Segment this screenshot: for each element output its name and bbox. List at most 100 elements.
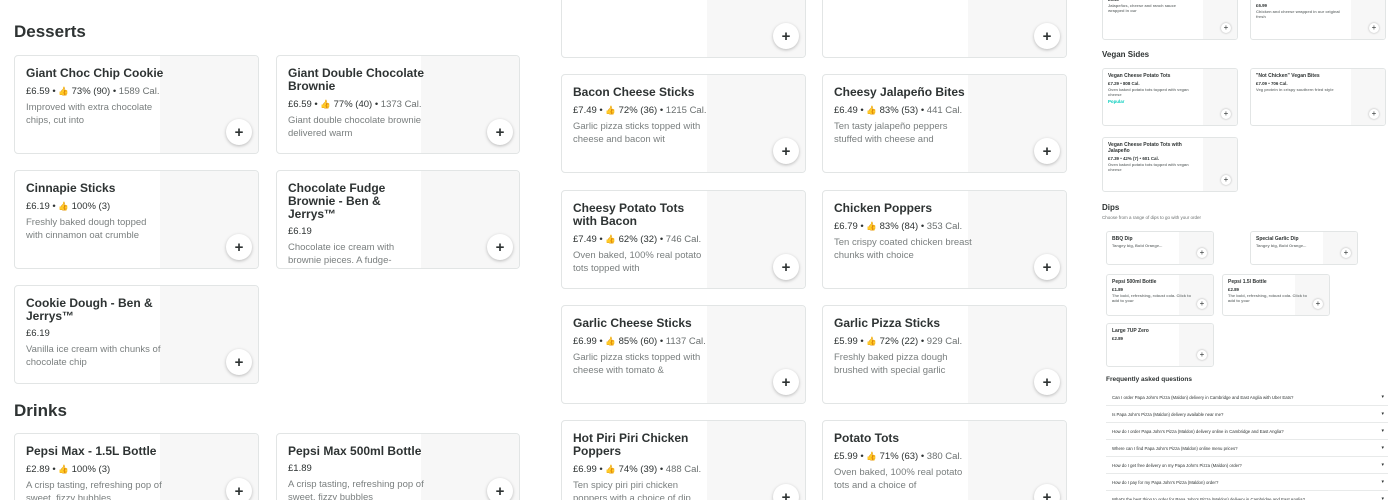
mini-menu-card[interactable]: Vegan Cheese Potato Tots with Jalapeño £7… <box>1102 137 1238 192</box>
thumbs-up-icon: 👍 <box>605 234 616 244</box>
chevron-down-icon: ▾ <box>1381 445 1384 451</box>
menu-item-card[interactable]: Giant Double Chocolate Brownie £6.59 • 👍 … <box>276 55 520 154</box>
menu-item-card[interactable]: Garlic Pizza Sticks £5.99 • 👍 72% (22) • … <box>822 305 1067 404</box>
item-description: Oven baked potato tots with four cheeses… <box>834 0 972 1</box>
mini-item-description: The bold, refreshing, robust cola. Click… <box>1228 293 1307 303</box>
menu-item-card[interactable]: Hot Piri Piri Chicken Poppers £6.99 • 👍 7… <box>561 420 806 500</box>
add-item-button[interactable]: + <box>1221 23 1231 33</box>
item-info: Cinnapie Sticks £6.19 • 👍 100% (3) Freshly… <box>26 182 164 242</box>
mini-item-meta: £7.29 • 808 Cal. <box>1108 81 1140 86</box>
mini-menu-card[interactable]: Large 7UP Zero £2.89 + <box>1106 323 1214 367</box>
menu-item-card[interactable]: Garlic pizza sticks topped with four che… <box>561 0 806 58</box>
mini-item-meta: £1.89 <box>1112 287 1123 292</box>
add-item-button[interactable]: + <box>1034 369 1060 395</box>
mini-item-name: Pepsi 500ml Bottle <box>1112 279 1157 285</box>
item-meta: £5.99 • 👍 72% (22) • 929 Cal. <box>834 336 963 347</box>
faq-item[interactable]: How do I get free delivery on my Papa Jo… <box>1106 457 1388 474</box>
mini-item-name: Vegan Cheese Potato Tots <box>1108 73 1171 79</box>
mini-menu-card[interactable]: £6.49Jalapeños, cheese and ranch sauce w… <box>1102 0 1238 40</box>
mini-menu-card[interactable]: Vegan Cheese Potato Tots £7.29 • 808 Cal.… <box>1102 68 1238 126</box>
faq-item[interactable]: Where can I find Papa John's Pizza (Mald… <box>1106 440 1388 457</box>
add-item-button[interactable]: + <box>487 478 513 500</box>
menu-item-card[interactable]: Pepsi Max - 1.5L Bottle £2.89 • 👍 100% (3… <box>14 433 259 500</box>
mini-menu-card[interactable]: Pepsi 500ml Bottle £1.89 The bold, refresh… <box>1106 274 1214 316</box>
item-info: Cheesy Jalapeño Bites £6.49 • 👍 83% (53) … <box>834 86 972 146</box>
item-price: £6.19 <box>26 328 50 339</box>
item-description: Ten spicy piri piri chicken poppers with… <box>573 480 691 500</box>
add-item-button[interactable]: + <box>487 234 513 260</box>
item-name: Chicken Poppers <box>834 201 933 215</box>
add-item-button[interactable]: + <box>773 138 799 164</box>
menu-item-card[interactable]: Bacon Cheese Sticks £7.49 • 👍 72% (36) • … <box>561 74 806 173</box>
faq-item[interactable]: How do I order Papa John's Pizza (Maldon… <box>1106 423 1388 440</box>
add-item-button[interactable]: + <box>1313 299 1323 309</box>
menu-item-card[interactable]: Chicken Poppers £6.79 • 👍 83% (84) • 353 … <box>822 190 1067 289</box>
item-info: Garlic Cheese Sticks £6.99 • 👍 85% (60) •… <box>573 317 711 377</box>
menu-item-card[interactable]: Pepsi Max 500ml Bottle £1.89 A crisp tasti… <box>276 433 520 500</box>
mini-item-description: Tangey big, Bold Orange... <box>1112 243 1163 248</box>
item-meta: £7.49 • 👍 62% (32) • 746 Cal. <box>573 234 702 245</box>
item-rating: 83% (53) <box>879 105 919 116</box>
faq-item[interactable]: Can I order Papa John's Pizza (Maldon) d… <box>1106 389 1388 406</box>
mini-item-description: Oven baked potato tots topped with vegan… <box>1108 162 1189 172</box>
menu-item-card[interactable]: Oven baked potato tots with four cheeses… <box>822 0 1067 58</box>
item-description: Chocolate ice cream with brownie pieces.… <box>288 242 395 266</box>
add-item-button[interactable]: + <box>487 119 513 145</box>
menu-item-card[interactable]: Cheesy Jalapeño Bites £6.49 • 👍 83% (53) … <box>822 74 1067 173</box>
item-price: £6.59 <box>26 86 50 97</box>
faq-item[interactable]: Is Papa John's Pizza (Maldon) delivery a… <box>1106 406 1388 423</box>
item-description: Oven baked, 100% real potato tots and a … <box>834 467 963 491</box>
add-item-button[interactable]: + <box>1221 175 1231 185</box>
add-item-button[interactable]: + <box>773 254 799 280</box>
add-item-button[interactable]: + <box>1341 248 1351 258</box>
add-item-button[interactable]: + <box>773 23 799 49</box>
item-rating: 100% (3) <box>71 464 111 475</box>
item-calories: 488 Cal. <box>665 464 702 475</box>
mini-menu-card[interactable]: BBQ Dip Tangey big, Bold Orange... + <box>1106 231 1214 265</box>
item-description: Giant double chocolate brownie delivered… <box>288 115 422 139</box>
add-item-button[interactable]: + <box>226 349 252 375</box>
menu-item-card[interactable]: Potato Tots £5.99 • 👍 71% (63) • 380 Cal.… <box>822 420 1067 500</box>
add-item-button[interactable]: + <box>773 369 799 395</box>
mini-menu-card[interactable]: Bites £6.99Chicken and cheese wrapped in … <box>1250 0 1386 40</box>
item-rating: 73% (90) <box>71 86 111 97</box>
menu-item-card[interactable]: Giant Choc Chip Cookie £6.59 • 👍 73% (90)… <box>14 55 259 154</box>
item-description: Garlic pizza sticks topped with cheese a… <box>573 121 701 145</box>
add-item-button[interactable]: + <box>1034 254 1060 280</box>
menu-item-card[interactable]: Cinnapie Sticks £6.19 • 👍 100% (3) Freshly… <box>14 170 259 269</box>
add-item-button[interactable]: + <box>1197 350 1207 360</box>
item-price: £6.79 <box>834 221 858 232</box>
item-description: Ten tasty jalapeño peppers stuffed with … <box>834 121 948 145</box>
faq-item[interactable]: What's the best thing to order for Papa … <box>1106 491 1388 500</box>
item-meta: £2.89 • 👍 100% (3) <box>26 464 111 475</box>
item-calories: 380 Cal. <box>926 451 963 462</box>
item-description: Freshly baked dough topped with cinnamon… <box>26 217 147 241</box>
item-calories: 1373 Cal. <box>380 99 422 110</box>
add-item-button[interactable]: + <box>1197 248 1207 258</box>
item-name: Garlic Cheese Sticks <box>573 316 692 330</box>
add-item-button[interactable]: + <box>1034 23 1060 49</box>
faq-item[interactable]: How do I pay for my Papa John's Pizza (M… <box>1106 474 1388 491</box>
add-item-button[interactable]: + <box>226 234 252 260</box>
item-price: £5.99 <box>834 451 858 462</box>
add-item-button[interactable]: + <box>1197 299 1207 309</box>
chevron-down-icon: ▾ <box>1381 462 1384 468</box>
add-item-button[interactable]: + <box>226 478 252 500</box>
menu-item-card[interactable]: Cheesy Potato Tots with Bacon £7.49 • 👍 6… <box>561 190 806 289</box>
add-item-button[interactable]: + <box>1369 23 1379 33</box>
mini-item-meta: £6.99 <box>1256 3 1267 8</box>
add-item-button[interactable]: + <box>1369 109 1379 119</box>
mini-menu-card[interactable]: "Not Chicken" Vegan Bites £7.09 • 706 Cal… <box>1250 68 1386 126</box>
menu-item-card[interactable]: Chocolate Fudge Brownie - Ben & Jerrys™ £… <box>276 170 520 269</box>
add-item-button[interactable]: + <box>1034 138 1060 164</box>
menu-item-card[interactable]: Garlic Cheese Sticks £6.99 • 👍 85% (60) •… <box>561 305 806 404</box>
item-name: Chocolate Fudge Brownie - Ben & Jerrys™ <box>288 181 386 221</box>
chevron-down-icon: ▾ <box>1381 411 1384 417</box>
item-info: Chicken Poppers £6.79 • 👍 83% (84) • 353 … <box>834 202 972 262</box>
menu-item-card[interactable]: Cookie Dough - Ben & Jerrys™ £6.19 Vanilla… <box>14 285 259 384</box>
add-item-button[interactable]: + <box>1221 109 1231 119</box>
mini-menu-card[interactable]: Pepsi 1.5l Bottle £2.89 The bold, refreshi… <box>1222 274 1330 316</box>
item-description: Freshly baked pizza dough brushed with s… <box>834 352 948 376</box>
mini-menu-card[interactable]: Special Garlic Dip Tangey big, Bold Orang… <box>1250 231 1358 265</box>
add-item-button[interactable]: + <box>226 119 252 145</box>
